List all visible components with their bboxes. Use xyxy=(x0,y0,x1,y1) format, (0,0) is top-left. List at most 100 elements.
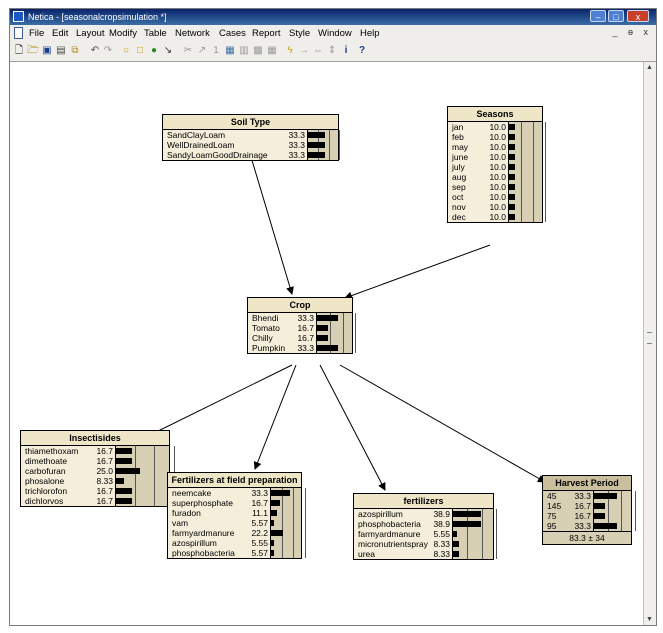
state-row[interactable]: may 10.0 xyxy=(448,142,546,152)
state-row[interactable]: azospirillum 5.55 xyxy=(168,538,306,548)
state-row[interactable]: trichlorofon 16.7 xyxy=(21,486,175,496)
state-row[interactable]: phosalone 8.33 xyxy=(21,476,175,486)
state-row[interactable]: farmyardmanure 22.2 xyxy=(168,528,306,538)
state-row[interactable]: Bhendi 33.3 xyxy=(248,313,356,323)
copy-icon[interactable]: ⧉ xyxy=(69,45,81,57)
state-row[interactable]: dimethoate 16.7 xyxy=(21,456,175,466)
state-row[interactable]: micronutrientspray 8.33 xyxy=(354,539,497,549)
state-row[interactable]: farmyardmanure 5.55 xyxy=(354,529,497,539)
node-harvest-period[interactable]: Harvest Period 45 33.3 145 16.7 75 16.7 95 33.3 8… xyxy=(542,475,636,545)
state-row[interactable]: phosphobacteria 38.9 xyxy=(354,519,497,529)
save-icon[interactable]: ▣ xyxy=(41,45,53,57)
menu-report[interactable]: Report xyxy=(252,27,281,40)
number-icon[interactable]: 1 xyxy=(210,45,222,57)
redo-icon[interactable]: ↷ xyxy=(102,45,114,57)
node-crop[interactable]: Crop Bhendi 33.3 Tomato 16.7 Chilly 16.7 Pumpki… xyxy=(247,297,356,354)
open-icon[interactable]: 🗁 xyxy=(27,45,39,57)
state-row[interactable]: june 10.0 xyxy=(448,152,546,162)
network-canvas[interactable]: Soil Type SandClayLoam 33.3 WellDrainedLoam… xyxy=(10,62,644,625)
shrink-icon[interactable]: ⇕ xyxy=(326,45,338,57)
state-row[interactable]: WellDrainedLoam 33.3 xyxy=(163,140,340,150)
node-insecticides[interactable]: Insectisides thiamethoxam 16.7 dimethoate 16… xyxy=(20,430,175,507)
arrow-right-icon[interactable]: → xyxy=(298,45,310,57)
belief-grid-line xyxy=(521,122,522,132)
mdi-window-controls[interactable]: _ ɵ x xyxy=(612,27,652,37)
state-row[interactable]: 75 16.7 xyxy=(543,511,636,521)
state-row[interactable]: nov 10.0 xyxy=(448,202,546,212)
state-row[interactable]: 145 16.7 xyxy=(543,501,636,511)
menu-network[interactable]: Network xyxy=(175,27,210,40)
menu-table[interactable]: Table xyxy=(144,27,167,40)
maximize-button[interactable]: □ xyxy=(608,10,624,22)
scroll-down-icon[interactable]: ▼ xyxy=(646,616,653,623)
state-row[interactable]: sep 10.0 xyxy=(448,182,546,192)
node-seasons[interactable]: Seasons jan 10.0 feb 10.0 may 10.0 june 10.0 july… xyxy=(447,106,546,223)
new-icon[interactable]: 🗋 xyxy=(13,45,25,57)
vertical-scrollbar[interactable]: ▲ ▼ xyxy=(643,62,656,625)
menu-layout[interactable]: Layout xyxy=(76,27,105,40)
menu-help[interactable]: Help xyxy=(360,27,380,40)
minimize-button[interactable]: – xyxy=(590,10,606,22)
node-title: Crop xyxy=(248,298,352,313)
state-row[interactable]: feb 10.0 xyxy=(448,132,546,142)
belief-grid-line xyxy=(305,528,306,538)
info-icon[interactable]: i xyxy=(340,45,352,57)
delete-link-icon[interactable]: ✂ xyxy=(182,45,194,57)
node-soil-type[interactable]: Soil Type SandClayLoam 33.3 WellDrainedLoam… xyxy=(162,114,340,161)
state-row[interactable]: SandClayLoam 33.3 xyxy=(163,130,340,140)
oval-node-icon[interactable]: ○ xyxy=(120,45,132,57)
compile-icon[interactable]: ▦ xyxy=(224,45,236,57)
state-row[interactable]: dichlorvos 16.7 xyxy=(21,496,175,506)
table-icon[interactable]: ▦ xyxy=(266,45,278,57)
expand-icon[interactable]: ⇔ xyxy=(312,45,324,57)
menu-window[interactable]: Window xyxy=(318,27,352,40)
state-row[interactable]: aug 10.0 xyxy=(448,172,546,182)
scroll-up-icon[interactable]: ▲ xyxy=(646,64,653,71)
select-icon[interactable]: ↗ xyxy=(196,45,208,57)
state-row[interactable]: july 10.0 xyxy=(448,162,546,172)
state-probability: 38.9 xyxy=(433,519,450,529)
arrow-link-icon[interactable]: ↘ xyxy=(162,45,174,57)
belief-bar xyxy=(271,500,280,506)
state-row[interactable]: jan 10.0 xyxy=(448,122,546,132)
state-row[interactable]: neemcake 33.3 xyxy=(168,488,306,498)
state-row[interactable]: urea 8.33 xyxy=(354,549,497,559)
state-row[interactable]: vam 5.57 xyxy=(168,518,306,528)
menu-file[interactable]: File xyxy=(29,27,44,40)
menu-modify[interactable]: Modify xyxy=(109,27,137,40)
state-row[interactable]: 45 33.3 xyxy=(543,491,636,501)
state-row[interactable]: thiamethoxam 16.7 xyxy=(21,446,175,456)
state-row[interactable]: Chilly 16.7 xyxy=(248,333,356,343)
filled-node-icon[interactable]: ● xyxy=(148,45,160,57)
undo-icon[interactable]: ↶ xyxy=(89,45,101,57)
print-icon[interactable]: ▤ xyxy=(55,45,67,57)
node-fertilizers[interactable]: fertilizers azospirillum 38.9 phosphobacter… xyxy=(353,493,497,560)
belief-grid-line xyxy=(533,152,534,162)
state-row[interactable]: carbofuran 25.0 xyxy=(21,466,175,476)
scroll-grip-icon[interactable] xyxy=(647,332,652,344)
chart-icon[interactable]: ▥ xyxy=(238,45,250,57)
menu-cases[interactable]: Cases xyxy=(219,27,246,40)
state-row[interactable]: 95 33.3 xyxy=(543,521,636,531)
menu-style[interactable]: Style xyxy=(289,27,310,40)
state-row[interactable]: azospirillum 38.9 xyxy=(354,509,497,519)
document-icon[interactable] xyxy=(14,27,23,39)
state-row[interactable]: Tomato 16.7 xyxy=(248,323,356,333)
state-row[interactable]: oct 10.0 xyxy=(448,192,546,202)
state-row[interactable]: Pumpkin 33.3 xyxy=(248,343,356,353)
state-row[interactable]: dec 10.0 xyxy=(448,212,546,222)
close-button[interactable]: x xyxy=(627,10,649,22)
menu-edit[interactable]: Edit xyxy=(52,27,68,40)
help-icon[interactable]: ? xyxy=(356,45,368,57)
state-row[interactable]: furadon 11.1 xyxy=(168,508,306,518)
belief-grid-line xyxy=(293,538,294,548)
title-bar[interactable]: Netica - [seasonalcropsimulation *] – □ … xyxy=(10,9,656,25)
rect-node-icon[interactable]: □ xyxy=(134,45,146,57)
lightning-icon[interactable]: ϟ xyxy=(284,45,296,57)
state-row[interactable]: phosphobacteria 5.57 xyxy=(168,548,306,558)
state-probability: 16.7 xyxy=(297,333,314,343)
grid-icon[interactable]: ▩ xyxy=(252,45,264,57)
state-row[interactable]: SandyLoamGoodDrainage 33.3 xyxy=(163,150,340,160)
node-fertilizers-field-prep[interactable]: Fertilizers at field preparation neemcake… xyxy=(167,472,306,559)
state-row[interactable]: superphosphate 16.7 xyxy=(168,498,306,508)
